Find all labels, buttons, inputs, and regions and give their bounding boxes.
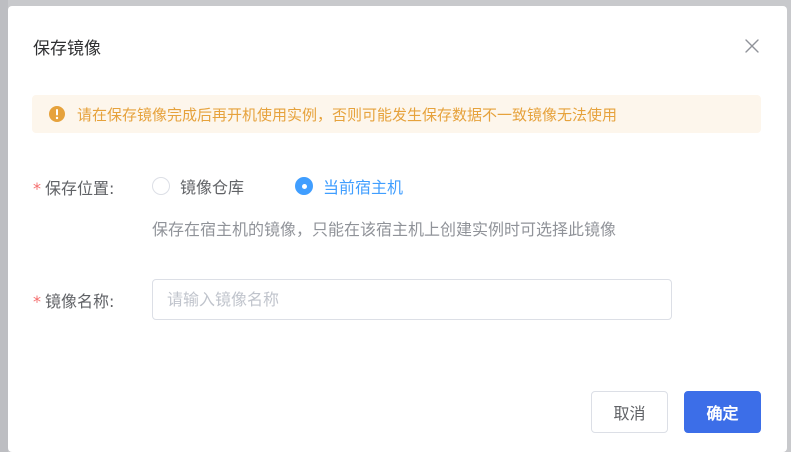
image-name-label-text: 镜像名称:	[45, 292, 115, 311]
location-hint: 保存在宿主机的镜像，只能在该宿主机上创建实例时可选择此镜像	[152, 220, 617, 239]
location-label: * 保存位置:	[33, 175, 114, 199]
radio-circle-checked	[295, 177, 313, 195]
image-name-input[interactable]	[152, 279, 672, 320]
warning-icon	[48, 105, 66, 123]
warning-alert: 请在保存镜像完成后再开机使用实例，否则可能发生保存数据不一致镜像无法使用	[32, 95, 761, 133]
alert-text: 请在保存镜像完成后再开机使用实例，否则可能发生保存数据不一致镜像无法使用	[77, 106, 618, 124]
image-name-label: * 镜像名称:	[33, 288, 114, 312]
save-image-dialog: 保存镜像 请在保存镜像完成后再开机使用实例，否则可能发生保存数据不一致镜像无法使…	[8, 6, 787, 452]
close-button[interactable]	[742, 36, 762, 56]
cancel-button[interactable]: 取消	[591, 391, 668, 433]
dialog-header: 保存镜像	[8, 6, 787, 86]
background-edge	[0, 0, 8, 452]
location-label-text: 保存位置:	[45, 179, 115, 198]
required-mark: *	[33, 292, 41, 311]
confirm-button[interactable]: 确定	[684, 391, 761, 433]
required-mark: *	[33, 179, 41, 198]
radio-image-repository[interactable]: 镜像仓库	[152, 175, 244, 197]
radio-label: 当前宿主机	[323, 178, 404, 197]
radio-current-host[interactable]: 当前宿主机	[295, 175, 403, 197]
dialog-title: 保存镜像	[33, 39, 101, 59]
close-icon	[745, 39, 759, 53]
radio-circle	[152, 177, 170, 195]
radio-label: 镜像仓库	[180, 178, 245, 197]
